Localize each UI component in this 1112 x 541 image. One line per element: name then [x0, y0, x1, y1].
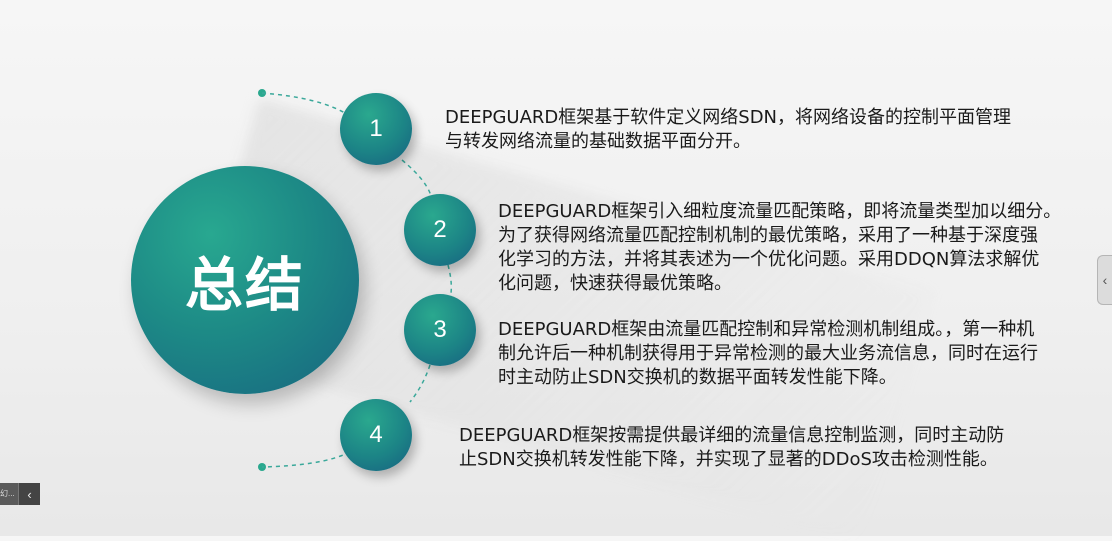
- point-2-number-circle: 2: [404, 194, 476, 266]
- arc-segment-bottom: [261, 451, 351, 468]
- point-3-line: 时主动防止SDN交换机的数据平面转发性能下降。: [498, 367, 897, 388]
- side-panel-toggle[interactable]: ‹: [1097, 255, 1112, 305]
- point-2-line: 化学习的方法，并将其表述为一个优化问题。采用DDQN算法求解优: [498, 249, 1040, 270]
- point-4-number: 4: [369, 421, 383, 448]
- point-1-number-circle: 1: [340, 93, 412, 165]
- slide-thumbnail-button[interactable]: 幻...: [0, 483, 18, 505]
- point-2-text: DEEPGUARD框架引入细粒度流量匹配策略，即将流量类型加以细分。 为了获得网…: [498, 200, 1061, 296]
- point-4-line: 止SDN交换机转发性能下降，并实现了显著的DDoS攻击检测性能。: [459, 449, 998, 470]
- previous-slide-button[interactable]: ‹: [18, 483, 40, 505]
- point-4-number-circle: 4: [340, 399, 412, 471]
- point-2-number: 2: [433, 216, 447, 243]
- point-2-line: DEEPGUARD框架引入细粒度流量匹配策略，即将流量类型加以细分。: [498, 201, 1062, 222]
- arc-end-dot: [258, 463, 266, 471]
- point-3-line: DEEPGUARD框架由流量匹配控制和异常检测机制组成。，第一种机: [498, 319, 1035, 340]
- point-3-text: DEEPGUARD框架由流量匹配控制和异常检测机制组成。，第一种机 制允许后一种…: [498, 318, 1038, 390]
- slide-title: 总结: [184, 251, 305, 319]
- point-3-number: 3: [433, 316, 447, 343]
- point-1-line: 与转发网络流量的基础数据平面分开。: [445, 131, 751, 152]
- slide-navigation-bar: 幻... ‹: [0, 483, 40, 505]
- point-4-line: DEEPGUARD框架按需提供最详细的流量信息控制监测，同时主动防: [459, 425, 1005, 446]
- arc-start-dot: [258, 89, 266, 97]
- point-3-line: 制允许后一种机制获得用于异常检测的最大业务流信息，同时在运行: [498, 343, 1038, 364]
- presentation-slide: 总结 1 DEEPGUARD框架基于软件定义网络SDN，将网络设备的控制平面管理…: [0, 0, 1112, 541]
- point-1-line: DEEPGUARD框架基于软件定义网络SDN，将网络设备的控制平面管理: [445, 107, 1012, 128]
- point-1-text: DEEPGUARD框架基于软件定义网络SDN，将网络设备的控制平面管理 与转发网…: [445, 106, 1011, 154]
- point-1-number: 1: [369, 115, 383, 142]
- chevron-left-icon: ‹: [1102, 272, 1108, 288]
- point-2-line: 化问题，快速获得最优策略。: [498, 273, 732, 294]
- point-4-text: DEEPGUARD框架按需提供最详细的流量信息控制监测，同时主动防 止SDN交换…: [459, 424, 1004, 472]
- chevron-left-icon: ‹: [27, 486, 32, 502]
- point-2-line: 为了获得网络流量匹配控制机制的最优策略，采用了一种基于深度强: [498, 225, 1038, 246]
- point-3-number-circle: 3: [404, 294, 476, 366]
- summary-title-circle: 总结: [131, 166, 359, 394]
